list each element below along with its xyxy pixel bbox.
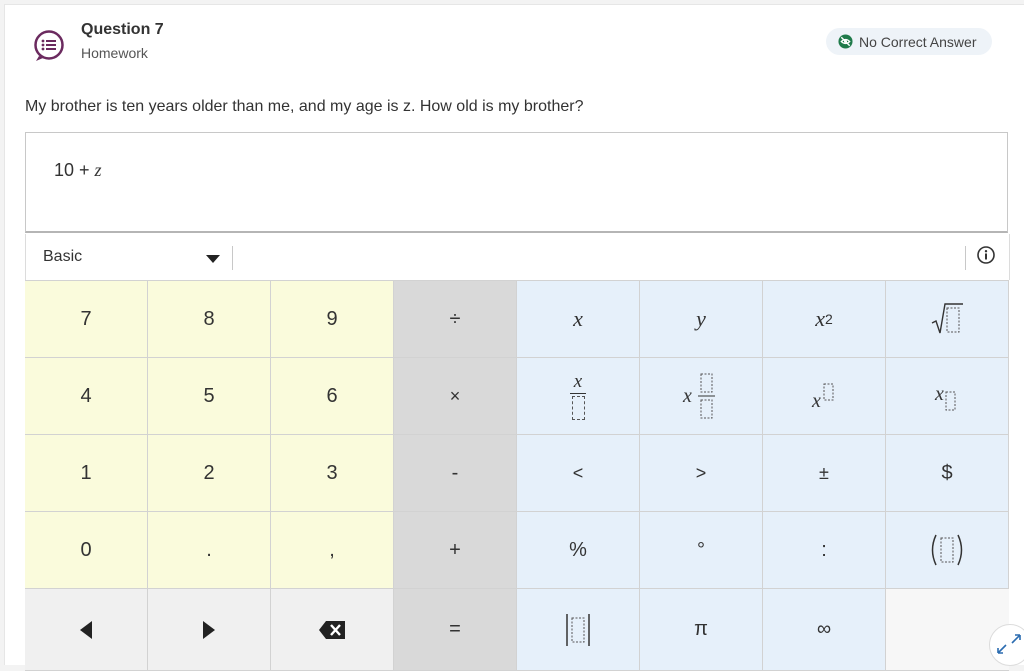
toolbar-divider — [232, 246, 233, 270]
key-colon[interactable]: : — [763, 512, 886, 589]
eye-off-icon — [838, 34, 853, 49]
x-power-icon: x — [811, 383, 834, 412]
expand-icon — [997, 634, 1021, 654]
no-correct-answer-badge: No Correct Answer — [826, 28, 992, 55]
key-4[interactable]: 4 — [25, 358, 148, 435]
key-3[interactable]: 3 — [271, 435, 394, 512]
key-absolute-value[interactable] — [517, 589, 640, 671]
key-6[interactable]: 6 — [271, 358, 394, 435]
svg-text:x: x — [682, 385, 692, 407]
backspace-icon — [319, 620, 345, 639]
question-card: Question 7 Homework No Correct Answer My… — [4, 4, 1024, 671]
key-degree[interactable]: ° — [640, 512, 763, 589]
question-list-icon — [34, 30, 64, 61]
key-backspace[interactable] — [271, 589, 394, 671]
keyboard-toolbar: Basic — [25, 234, 1010, 280]
chevron-down-icon[interactable] — [206, 255, 220, 263]
expand-button[interactable] — [989, 624, 1024, 666]
key-left-arrow[interactable] — [25, 589, 148, 671]
parentheses-icon — [931, 534, 963, 566]
key-dollar[interactable]: $ — [886, 435, 1009, 512]
key-x-subscript[interactable]: x — [886, 358, 1009, 435]
key-percent[interactable]: % — [517, 512, 640, 589]
key-minus[interactable]: - — [394, 435, 517, 512]
key-x[interactable]: x — [517, 281, 640, 358]
svg-text:x: x — [811, 390, 821, 412]
info-icon[interactable] — [977, 246, 995, 264]
key-comma[interactable]: , — [271, 512, 394, 589]
key-plus[interactable]: + — [394, 512, 517, 589]
key-7[interactable]: 7 — [25, 281, 148, 358]
key-2[interactable]: 2 — [148, 435, 271, 512]
key-right-arrow[interactable] — [148, 589, 271, 671]
key-pi[interactable]: π — [640, 589, 763, 671]
absolute-value-icon — [566, 613, 590, 646]
key-9[interactable]: 9 — [271, 281, 394, 358]
arrow-right-icon — [203, 620, 215, 639]
toolbar-divider — [965, 246, 966, 270]
key-infinity[interactable]: ∞ — [763, 589, 886, 671]
answer-input[interactable]: 10 + z — [25, 132, 1008, 233]
arrow-left-icon — [80, 620, 92, 639]
key-parentheses[interactable] — [886, 512, 1009, 589]
key-x-power[interactable]: x — [763, 358, 886, 435]
key-times[interactable]: × — [394, 358, 517, 435]
math-keypad: 7 8 9 ÷ x y x2 4 5 6 × x x x x 1 2 3 - <… — [25, 280, 1009, 671]
key-divide[interactable]: ÷ — [394, 281, 517, 358]
key-y[interactable]: y — [640, 281, 763, 358]
key-8[interactable]: 8 — [148, 281, 271, 358]
key-less-than[interactable]: < — [517, 435, 640, 512]
answer-value: 10 + z — [54, 160, 102, 180]
mixed-fraction-icon: x — [682, 373, 715, 419]
key-x-over-fraction[interactable]: x — [517, 358, 640, 435]
key-x-squared[interactable]: x2 — [763, 281, 886, 358]
key-0[interactable]: 0 — [25, 512, 148, 589]
svg-text:x: x — [934, 383, 944, 405]
key-greater-than[interactable]: > — [640, 435, 763, 512]
key-mixed-fraction[interactable]: x — [640, 358, 763, 435]
question-prompt: My brother is ten years older than me, a… — [25, 98, 584, 115]
square-root-icon — [931, 303, 963, 334]
question-subtitle: Homework — [81, 45, 148, 61]
key-plus-minus[interactable]: ± — [763, 435, 886, 512]
key-square-root[interactable] — [886, 281, 1009, 358]
x-over-fraction-icon: x — [570, 372, 586, 420]
question-title: Question 7 — [81, 21, 164, 38]
x-subscript-icon: x — [934, 383, 956, 411]
key-5[interactable]: 5 — [148, 358, 271, 435]
key-1[interactable]: 1 — [25, 435, 148, 512]
badge-label: No Correct Answer — [859, 33, 977, 50]
key-decimal[interactable]: . — [148, 512, 271, 589]
key-equals[interactable]: = — [394, 589, 517, 671]
keyboard-mode-select[interactable]: Basic — [43, 248, 82, 266]
